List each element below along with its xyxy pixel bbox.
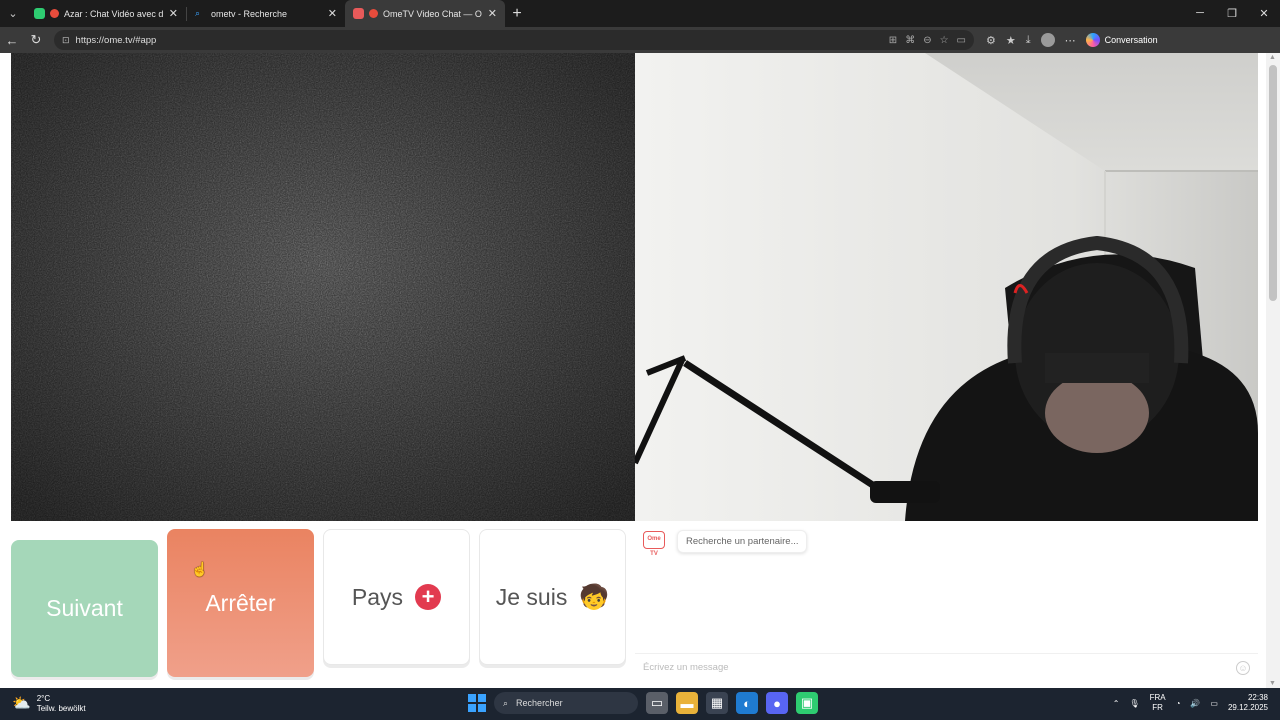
address-bar[interactable]: ⊡ https://ome.tv/#app ⊞ ⌘ ⊖ ☆ ▭ xyxy=(54,30,974,50)
tab-title: Azar : Chat Vidéo avec de nou xyxy=(64,8,163,19)
scroll-thumb[interactable] xyxy=(1269,65,1277,301)
taskbar-search[interactable]: ⌕ Rechercher xyxy=(494,692,638,714)
tab-azar[interactable]: Azar : Chat Vidéo avec de nou ✕ xyxy=(26,0,186,27)
self-camera-feed xyxy=(635,53,1258,521)
copilot-button[interactable]: Conversation xyxy=(1085,33,1158,47)
favorite-star-icon[interactable]: ☆ xyxy=(940,35,949,46)
back-arrow-icon[interactable]: ← xyxy=(0,33,24,48)
window-controls: ─ ❐ ✕ xyxy=(1184,7,1280,20)
edge-browser-icon[interactable]: ◐ xyxy=(736,692,758,714)
extensions-icon[interactable]: ⚙ xyxy=(986,34,996,47)
hand-cursor-icon: ☝ xyxy=(191,561,209,577)
copilot-label: Conversation xyxy=(1104,35,1158,45)
tab-title: OmeTV Video Chat — Omegl xyxy=(383,8,482,19)
tab-title: ometv - Recherche xyxy=(211,8,288,19)
gender-button[interactable]: Je suis 🧒 xyxy=(479,529,626,665)
refresh-icon[interactable]: ↻ xyxy=(24,32,48,48)
lang-bottom: FR xyxy=(1152,703,1163,712)
browser-tab-strip: ⌄ Azar : Chat Vidéo avec de nou ✕ ⌕ omet… xyxy=(0,0,1280,27)
tray-chevron-up-icon[interactable]: ⌃ xyxy=(1113,699,1120,708)
toolbar-icons: ⚙ ★ ⤓ ⋯ xyxy=(986,33,1076,47)
search-icon: ⌕ xyxy=(503,697,509,708)
stop-button[interactable]: Arrêter xyxy=(167,529,314,677)
system-tray: ⌃ 🎙 FRA FR ◔ 🔊 ▭ 22:38 29.12.2025 xyxy=(1113,693,1268,713)
partner-video-feed xyxy=(11,53,635,521)
copilot-logo-icon xyxy=(1085,33,1100,47)
tracking-prevention-icon[interactable]: ⊖ xyxy=(923,35,931,46)
close-window-icon[interactable]: ✕ xyxy=(1248,7,1280,20)
tab-ometv[interactable]: OmeTV Video Chat — Omegl ✕ xyxy=(345,0,505,27)
azar-favicon-icon xyxy=(34,8,45,19)
taskbar-center: ⌕ Rechercher ▭ ▬ ▦ ◐ ● ▣ xyxy=(468,692,818,714)
search-favicon-icon: ⌕ xyxy=(195,8,201,18)
ometv-page: Suivant Arrêter Pays + Je suis 🧒 Ome TV … xyxy=(0,53,1280,688)
boy-emoji-icon: 🧒 xyxy=(579,583,610,611)
maximize-icon[interactable]: ❐ xyxy=(1216,7,1248,20)
tab-search[interactable]: ⌕ ometv - Recherche ✕ xyxy=(187,0,345,27)
partly-cloudy-icon: ⛅ xyxy=(12,695,31,712)
search-label: Rechercher xyxy=(516,698,563,708)
translate-icon[interactable]: ⌘ xyxy=(905,35,915,46)
page-scrollbar[interactable]: ▲ ▼ xyxy=(1266,53,1280,688)
url-text: https://ome.tv/#app xyxy=(75,34,157,46)
clock-time: 22:38 xyxy=(1247,693,1268,702)
next-button[interactable]: Suivant xyxy=(11,540,158,677)
weather-widget[interactable]: ⛅ 2°C Teilw. bewölkt xyxy=(12,694,86,714)
scroll-up-icon[interactable]: ▲ xyxy=(1269,54,1276,61)
recording-dot-icon xyxy=(369,9,378,18)
task-view-icon[interactable]: ▭ xyxy=(646,692,668,714)
close-tab-icon[interactable]: ✕ xyxy=(328,7,337,20)
app-available-icon[interactable]: ⊞ xyxy=(889,35,897,46)
start-windows-icon[interactable] xyxy=(468,694,486,712)
volume-icon[interactable]: 🔊 xyxy=(1190,699,1200,708)
more-options-icon[interactable]: ⋯ xyxy=(1065,34,1076,47)
scroll-down-icon[interactable]: ▼ xyxy=(1269,680,1276,687)
recording-dot-icon xyxy=(50,9,59,18)
stop-button-label: Arrêter xyxy=(205,589,276,616)
minimize-icon[interactable]: ─ xyxy=(1184,7,1216,20)
profile-avatar-icon[interactable] xyxy=(1040,33,1055,47)
close-tab-icon[interactable]: ✕ xyxy=(488,7,497,20)
video-noise xyxy=(11,53,635,521)
store-icon[interactable]: ▦ xyxy=(706,692,728,714)
camera-scene xyxy=(635,53,1258,521)
address-toolbar: ← ↻ ⊡ https://ome.tv/#app ⊞ ⌘ ⊖ ☆ ▭ ⚙ ★ … xyxy=(0,27,1280,53)
close-tab-icon[interactable]: ✕ xyxy=(169,7,178,20)
new-tab-button[interactable]: + xyxy=(505,5,529,23)
red-cross-icon: + xyxy=(415,584,442,610)
clock[interactable]: 22:38 29.12.2025 xyxy=(1228,693,1268,713)
app-green-icon[interactable]: ▣ xyxy=(796,692,818,714)
status-message: Recherche un partenaire... xyxy=(677,530,808,553)
lang-top: FRA xyxy=(1149,693,1166,702)
gender-button-label: Je suis xyxy=(495,583,568,610)
message-placeholder: Écrivez un message xyxy=(643,662,729,673)
battery-icon[interactable]: ▭ xyxy=(1210,699,1218,708)
site-info-icon[interactable]: ⊡ xyxy=(62,35,70,46)
microphone-icon[interactable]: 🎙 xyxy=(1129,699,1139,708)
weather-desc: Teilw. bewölkt xyxy=(36,704,86,713)
language-indicator[interactable]: FRA FR xyxy=(1150,693,1166,713)
country-button[interactable]: Pays + xyxy=(323,529,470,665)
windows-taskbar: ⛅ 2°C Teilw. bewölkt ⌕ Rechercher ▭ ▬ ▦ … xyxy=(0,688,1280,720)
tab-actions-chevron-icon[interactable]: ⌄ xyxy=(0,0,26,27)
discord-icon[interactable]: ● xyxy=(766,692,788,714)
wifi-icon[interactable]: ◔ xyxy=(1176,699,1181,708)
media-icon[interactable]: ▭ xyxy=(957,35,966,46)
file-explorer-icon[interactable]: ▬ xyxy=(676,692,698,714)
ometv-logo-icon: Ome TV xyxy=(643,531,665,557)
message-input[interactable]: Écrivez un message ☺ xyxy=(635,653,1258,681)
next-button-label: Suivant xyxy=(46,595,123,621)
downloads-icon[interactable]: ⤓ xyxy=(1026,34,1031,47)
address-bar-icons: ⊞ ⌘ ⊖ ☆ ▭ xyxy=(889,35,966,46)
favorites-icon[interactable]: ★ xyxy=(1006,34,1016,47)
ometv-favicon-icon xyxy=(353,8,364,19)
chat-panel: Ome TV Recherche un partenaire... Écrive… xyxy=(635,521,1258,688)
emoji-smile-icon[interactable]: ☺ xyxy=(1236,660,1250,675)
weather-temp: 2°C xyxy=(36,694,51,703)
clock-date: 29.12.2025 xyxy=(1227,703,1268,712)
country-button-label: Pays xyxy=(351,583,404,610)
